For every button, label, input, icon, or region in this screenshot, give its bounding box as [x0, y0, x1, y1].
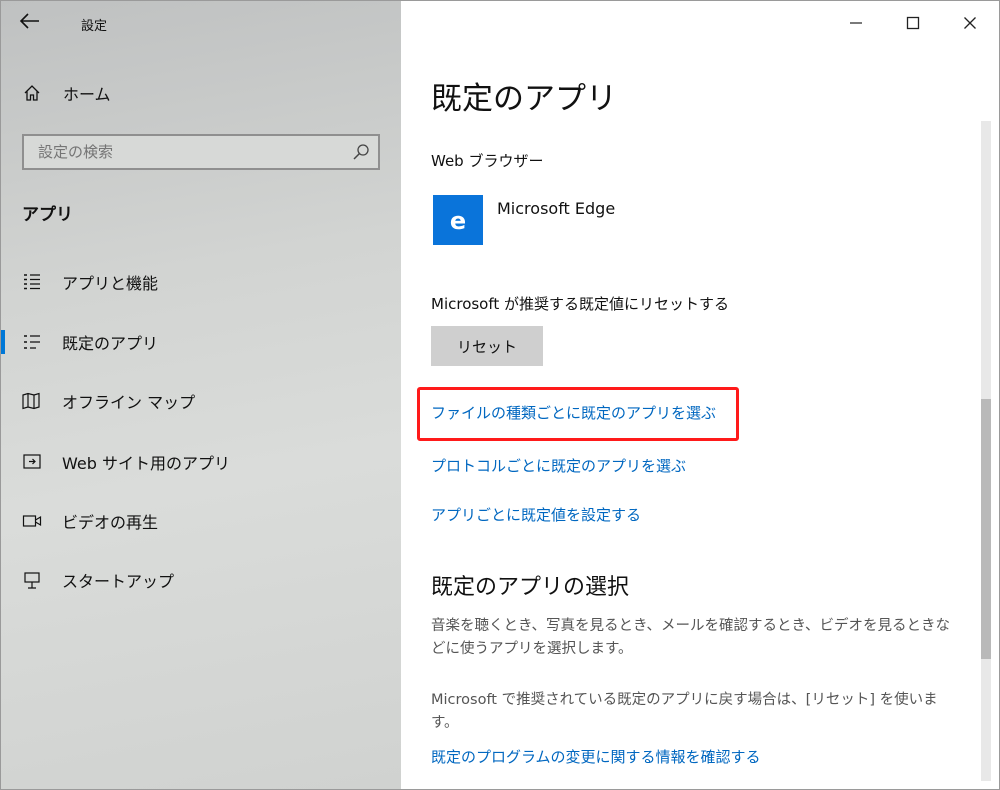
search-input[interactable]: [24, 136, 344, 168]
sidebar-item-label: ビデオの再生: [62, 513, 159, 532]
sidebar-item-offline-maps[interactable]: オフライン マップ: [1, 381, 401, 421]
page-title: 既定のアプリ: [431, 81, 617, 117]
apps-for-websites-icon: [22, 452, 42, 472]
set-defaults-by-app-link[interactable]: アプリごとに既定値を設定する: [431, 504, 641, 525]
sidebar-section-heading: アプリ: [22, 205, 73, 225]
maximize-icon: [906, 16, 920, 30]
settings-window: 設定 ホーム アプリ: [0, 0, 1000, 790]
main-pane: 既定のアプリ Web ブラウザー e Microsoft Edge Micros…: [401, 1, 999, 789]
sidebar-item-label: アプリと機能: [62, 274, 159, 293]
sidebar: 設定 ホーム アプリ: [1, 1, 401, 789]
default-apps-icon: [22, 332, 42, 352]
maximize-button[interactable]: [901, 11, 925, 35]
more-info-link[interactable]: 既定のプログラムの変更に関する情報を確認する: [431, 746, 761, 767]
close-button[interactable]: [958, 11, 982, 35]
search-icon[interactable]: [352, 143, 370, 161]
sidebar-item-apps-features[interactable]: アプリと機能: [1, 262, 401, 302]
choose-by-protocol-link[interactable]: プロトコルごとに既定のアプリを選ぶ: [431, 455, 686, 476]
minimize-button[interactable]: [844, 11, 868, 35]
sidebar-item-label: オフライン マップ: [62, 393, 196, 412]
sidebar-item-label: スタートアップ: [62, 572, 175, 591]
video-playback-icon: [22, 511, 42, 531]
sidebar-item-apps-for-websites[interactable]: Web サイト用のアプリ: [1, 442, 401, 482]
reset-description: Microsoft で推奨されている既定のアプリに戻す場合は、[リセット] を使…: [431, 692, 938, 731]
reset-heading: Microsoft が推奨する既定値にリセットする: [431, 295, 730, 313]
apps-features-icon: [22, 272, 42, 292]
home-label: ホーム: [63, 85, 111, 104]
back-arrow-icon: [19, 13, 39, 29]
startup-icon: [22, 570, 42, 590]
back-button[interactable]: [19, 11, 47, 35]
edge-icon: e: [450, 207, 466, 235]
svg-text:e: e: [450, 207, 466, 235]
web-browser-label: Web ブラウザー: [431, 152, 544, 170]
choose-default-apps-heading: 既定のアプリの選択: [431, 575, 630, 600]
close-icon: [964, 17, 976, 29]
choose-by-file-type-link[interactable]: ファイルの種類ごとに既定のアプリを選ぶ: [431, 402, 716, 423]
choose-description: 音楽を聴くとき、写真を見るとき、メールを確認するとき、ビデオを見るときなどに使う…: [431, 618, 950, 657]
edge-app-tile[interactable]: e: [433, 195, 483, 245]
sidebar-item-label: 既定のアプリ: [62, 334, 159, 353]
sidebar-item-label: Web サイト用のアプリ: [62, 454, 230, 473]
home-nav-item[interactable]: ホーム: [23, 81, 111, 105]
app-title: 設定: [81, 19, 108, 34]
sidebar-item-default-apps[interactable]: 既定のアプリ: [1, 322, 401, 362]
sidebar-item-startup[interactable]: スタートアップ: [1, 560, 401, 600]
home-icon: [23, 84, 41, 102]
minimize-icon: [850, 22, 862, 24]
sidebar-item-video-playback[interactable]: ビデオの再生: [1, 501, 401, 541]
reset-button[interactable]: リセット: [431, 326, 543, 366]
default-browser-name[interactable]: Microsoft Edge: [497, 199, 615, 218]
offline-maps-icon: [22, 391, 42, 411]
scrollbar-thumb[interactable]: [981, 399, 991, 659]
selected-indicator: [1, 330, 5, 354]
search-box[interactable]: [22, 134, 380, 170]
